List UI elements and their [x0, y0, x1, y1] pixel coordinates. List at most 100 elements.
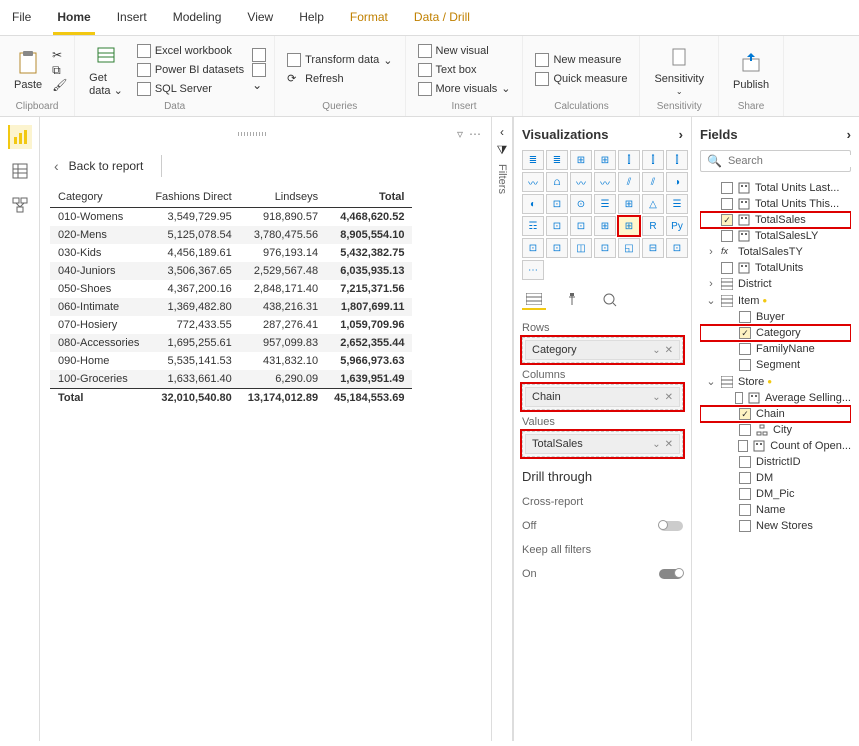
cut-icon[interactable]: ✂	[52, 48, 66, 62]
field-buyer[interactable]: Buyer	[700, 309, 851, 325]
field-checkbox[interactable]	[739, 456, 751, 468]
viz-type-17[interactable]: ☰	[594, 194, 616, 214]
viz-type-21[interactable]: ☶	[522, 216, 544, 236]
column-header[interactable]: Fashions Direct	[147, 187, 239, 208]
viz-type-2[interactable]: ⊞	[570, 150, 592, 170]
viz-type-32[interactable]: ◱	[618, 238, 640, 258]
fields-search[interactable]: 🔍	[700, 150, 851, 172]
table-row[interactable]: 050-Shoes4,367,200.162,848,171.407,215,3…	[50, 280, 412, 298]
viz-type-0[interactable]: ≣	[522, 150, 544, 170]
data-more-1-icon[interactable]	[252, 48, 266, 62]
table-row[interactable]: 070-Hosiery772,433.55287,276.411,059,709…	[50, 316, 412, 334]
field-totalsales[interactable]: TotalSales	[700, 212, 851, 228]
field-total-units-last---[interactable]: Total Units Last...	[700, 180, 851, 196]
search-input[interactable]	[728, 155, 859, 167]
tab-format[interactable]: Format	[346, 4, 392, 35]
sql-server-button[interactable]: SQL Server	[133, 80, 248, 98]
viz-type-16[interactable]: ⊙	[570, 194, 592, 214]
back-to-report[interactable]: ‹ Back to report	[50, 147, 481, 187]
viz-type-26[interactable]: R	[642, 216, 664, 236]
values-well[interactable]: TotalSales⌄✕	[522, 431, 683, 457]
field-checkbox[interactable]	[739, 327, 751, 339]
tab-insert[interactable]: Insert	[113, 4, 151, 35]
data-more-3-icon[interactable]: ⌄	[252, 78, 266, 92]
copy-icon[interactable]: ⧉	[52, 63, 66, 77]
fields-tab[interactable]	[522, 290, 546, 310]
chevron-down-icon[interactable]: ⌄	[652, 392, 660, 403]
field-dm[interactable]: DM	[700, 470, 851, 486]
field-checkbox[interactable]	[721, 230, 733, 242]
field-total-units-this---[interactable]: Total Units This...	[700, 196, 851, 212]
field-checkbox[interactable]	[739, 359, 751, 371]
viz-type-23[interactable]: ⊡	[570, 216, 592, 236]
fields-collapse-icon[interactable]: ›	[847, 127, 851, 142]
text-box-button[interactable]: Text box	[414, 61, 515, 79]
field-average-selling---[interactable]: Average Selling...	[700, 390, 851, 406]
field-chain[interactable]: Chain	[700, 406, 851, 422]
field-category[interactable]: Category	[700, 325, 851, 341]
publish-button[interactable]: Publish	[727, 47, 775, 93]
table-row[interactable]: 020-Mens5,125,078.543,780,475.568,905,55…	[50, 226, 412, 244]
field-checkbox[interactable]	[721, 198, 733, 210]
rows-well[interactable]: Category⌄✕	[522, 337, 683, 363]
chevron-down-icon[interactable]: ⌄	[652, 439, 660, 450]
tab-file[interactable]: File	[8, 4, 35, 35]
viz-type-14[interactable]: ◐	[522, 194, 544, 214]
cross-report-toggle[interactable]	[659, 521, 683, 531]
field-checkbox[interactable]	[735, 392, 743, 404]
viz-type-4[interactable]: ⫿	[618, 150, 640, 170]
viz-type-15[interactable]: ⊡	[546, 194, 568, 214]
remove-icon[interactable]: ✕	[665, 345, 673, 356]
field-checkbox[interactable]	[739, 343, 751, 355]
viz-type-31[interactable]: ⊡	[594, 238, 616, 258]
viz-type-3[interactable]: ⊞	[594, 150, 616, 170]
field-name[interactable]: Name	[700, 502, 851, 518]
field-checkbox[interactable]	[739, 472, 751, 484]
column-header[interactable]: Lindseys	[240, 187, 326, 208]
viz-type-9[interactable]: 〰	[570, 172, 592, 192]
format-painter-icon[interactable]: 🖌	[52, 78, 66, 92]
report-view-button[interactable]	[8, 125, 32, 149]
field-count-of-open---[interactable]: Count of Open...	[700, 438, 851, 454]
keep-filters-toggle[interactable]	[659, 569, 683, 579]
field-checkbox[interactable]	[721, 214, 733, 226]
field-dm-pic[interactable]: DM_Pic	[700, 486, 851, 502]
viz-collapse-icon[interactable]: ›	[679, 127, 683, 142]
data-view-button[interactable]	[8, 159, 32, 183]
visual-more-icon[interactable]: ⋯	[469, 127, 481, 141]
field-new-stores[interactable]: New Stores	[700, 518, 851, 534]
field-checkbox[interactable]	[739, 488, 751, 500]
analytics-tab[interactable]	[598, 290, 622, 310]
field-city[interactable]: City	[700, 422, 851, 438]
field-totalunits[interactable]: TotalUnits	[700, 260, 851, 276]
report-canvas[interactable]: ▿ ⋯ ‹ Back to report CategoryFashions Di…	[40, 117, 491, 741]
field-familynane[interactable]: FamilyNane	[700, 341, 851, 357]
data-more-2-icon[interactable]	[252, 63, 266, 77]
column-header[interactable]: Category	[50, 187, 147, 208]
transform-data-button[interactable]: Transform data ⌄	[283, 51, 396, 69]
table-row[interactable]: 080-Accessories1,695,255.61957,099.832,6…	[50, 334, 412, 352]
viz-type-10[interactable]: 〰	[594, 172, 616, 192]
field-checkbox[interactable]	[721, 182, 733, 194]
paste-button[interactable]: Paste	[8, 47, 48, 93]
matrix-visual[interactable]: CategoryFashions DirectLindseysTotal 010…	[50, 187, 412, 407]
viz-type-27[interactable]: Py	[666, 216, 688, 236]
remove-icon[interactable]: ✕	[665, 392, 673, 403]
viz-type-11[interactable]: ⫽	[618, 172, 640, 192]
format-tab[interactable]	[560, 290, 584, 310]
columns-well-item[interactable]: Chain⌄✕	[525, 387, 680, 407]
new-visual-button[interactable]: New visual	[414, 42, 515, 60]
viz-type-8[interactable]: ⩍	[546, 172, 568, 192]
values-well-item[interactable]: TotalSales⌄✕	[525, 434, 680, 454]
visual-filter-icon[interactable]: ▿	[457, 127, 463, 141]
tab-help[interactable]: Help	[295, 4, 328, 35]
columns-well[interactable]: Chain⌄✕	[522, 384, 683, 410]
viz-type-18[interactable]: ⊞	[618, 194, 640, 214]
visual-grip[interactable]	[238, 132, 268, 136]
field-totalsalesty[interactable]: ›fxTotalSalesTY	[700, 244, 851, 260]
tab-data-drill[interactable]: Data / Drill	[410, 4, 474, 35]
table-row[interactable]: 060-Intimate1,369,482.80438,216.311,807,…	[50, 298, 412, 316]
table-row[interactable]: 100-Groceries1,633,661.406,290.091,639,9…	[50, 370, 412, 389]
quick-measure-button[interactable]: Quick measure	[531, 70, 631, 88]
table-row[interactable]: 040-Juniors3,506,367.652,529,567.486,035…	[50, 262, 412, 280]
